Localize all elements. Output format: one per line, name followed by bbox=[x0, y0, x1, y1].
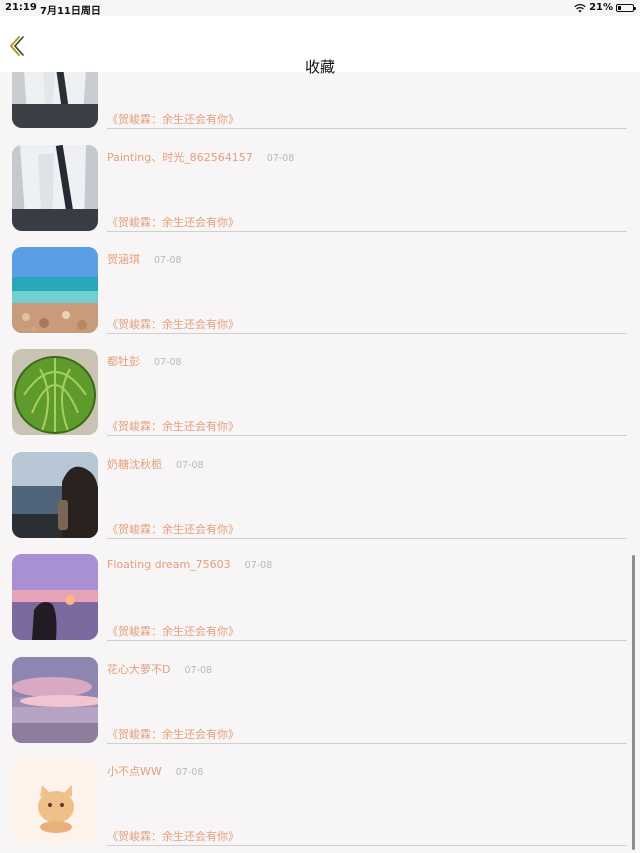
battery-icon bbox=[616, 3, 636, 12]
divider bbox=[107, 231, 627, 232]
item-name: 小不点WW 07-08 bbox=[107, 765, 204, 778]
nav-bar: 收藏 bbox=[0, 16, 640, 76]
thumbnail-sunset-silhouette bbox=[12, 554, 98, 640]
thumbnail-cactus bbox=[12, 349, 98, 435]
list-item[interactable]: 奶糖沈秋栀 07-08 《贺峻霖：余生还会有你》 bbox=[0, 452, 640, 554]
item-name: 贺涵琪 07-08 bbox=[107, 253, 182, 266]
item-name: 花心大萝不D 07-08 bbox=[107, 663, 213, 676]
item-quote[interactable]: 《贺峻霖：余生还会有你》 bbox=[107, 726, 239, 742]
item-name: 都牡彭 07-08 bbox=[107, 355, 182, 368]
divider bbox=[107, 435, 627, 436]
item-date: 07-08 bbox=[266, 153, 295, 164]
status-bar: 21:19 7月11日周日 21% bbox=[0, 0, 640, 17]
chevron-left-icon bbox=[10, 36, 24, 56]
item-name: Floating dream_75603 07-08 bbox=[107, 558, 273, 571]
divider bbox=[107, 128, 627, 129]
divider bbox=[107, 538, 627, 539]
list-item[interactable]: Floating dream_75603 07-08 《贺峻霖：余生还会有你》 bbox=[0, 554, 640, 656]
item-quote[interactable]: 《贺峻霖：余生还会有你》 bbox=[107, 214, 239, 230]
thumbnail-beach bbox=[12, 247, 98, 333]
favorites-list[interactable]: 《贺峻霖：余生还会有你》 Painting、时光_862564157 07-08 … bbox=[0, 72, 640, 853]
back-button[interactable] bbox=[6, 34, 26, 58]
item-quote[interactable]: 《贺峻霖：余生还会有你》 bbox=[107, 316, 239, 332]
item-date: 07-08 bbox=[244, 560, 273, 571]
divider bbox=[107, 640, 627, 641]
thumbnail-girl-sea bbox=[12, 452, 98, 538]
scrollbar[interactable] bbox=[632, 555, 635, 850]
battery-percent: 21% bbox=[589, 2, 613, 13]
status-date: 7月11日周日 bbox=[40, 6, 101, 17]
status-indicators: 21% bbox=[574, 2, 636, 13]
item-quote[interactable]: 《贺峻霖：余生还会有你》 bbox=[107, 828, 239, 844]
item-quote[interactable]: 《贺峻霖：余生还会有你》 bbox=[107, 418, 239, 434]
item-date: 07-08 bbox=[175, 767, 204, 778]
page-title: 收藏 bbox=[304, 58, 335, 76]
list-item[interactable]: 都牡彭 07-08 《贺峻霖：余生还会有你》 bbox=[0, 349, 640, 451]
item-quote[interactable]: 《贺峻霖：余生还会有你》 bbox=[107, 623, 239, 639]
item-date: 07-08 bbox=[184, 665, 213, 676]
item-date: 07-08 bbox=[154, 255, 182, 266]
status-time: 21:19 bbox=[5, 2, 37, 13]
divider bbox=[107, 743, 627, 744]
wifi-icon bbox=[574, 3, 586, 12]
thumbnail-schoolgirl bbox=[12, 145, 98, 231]
thumbnail-pink-clouds bbox=[12, 657, 98, 743]
list-item[interactable]: 《贺峻霖：余生还会有你》 bbox=[0, 72, 640, 144]
item-quote[interactable]: 《贺峻霖：余生还会有你》 bbox=[107, 111, 239, 127]
item-quote[interactable]: 《贺峻霖：余生还会有你》 bbox=[107, 521, 239, 537]
divider bbox=[107, 333, 627, 334]
item-date: 07-08 bbox=[176, 460, 204, 471]
list-item[interactable]: 贺涵琪 07-08 《贺峻霖：余生还会有你》 bbox=[0, 247, 640, 349]
list-item[interactable]: 花心大萝不D 07-08 《贺峻霖：余生还会有你》 bbox=[0, 657, 640, 759]
thumbnail-cartoon-kitten bbox=[12, 759, 98, 845]
item-name: 奶糖沈秋栀 07-08 bbox=[107, 458, 204, 471]
item-name: Painting、时光_862564157 07-08 bbox=[107, 151, 295, 164]
thumbnail-schoolgirl bbox=[12, 72, 98, 128]
item-date: 07-08 bbox=[154, 357, 182, 368]
list-item[interactable]: 小不点WW 07-08 《贺峻霖：余生还会有你》 bbox=[0, 759, 640, 853]
divider bbox=[107, 845, 627, 846]
list-item[interactable]: Painting、时光_862564157 07-08 《贺峻霖：余生还会有你》 bbox=[0, 145, 640, 247]
